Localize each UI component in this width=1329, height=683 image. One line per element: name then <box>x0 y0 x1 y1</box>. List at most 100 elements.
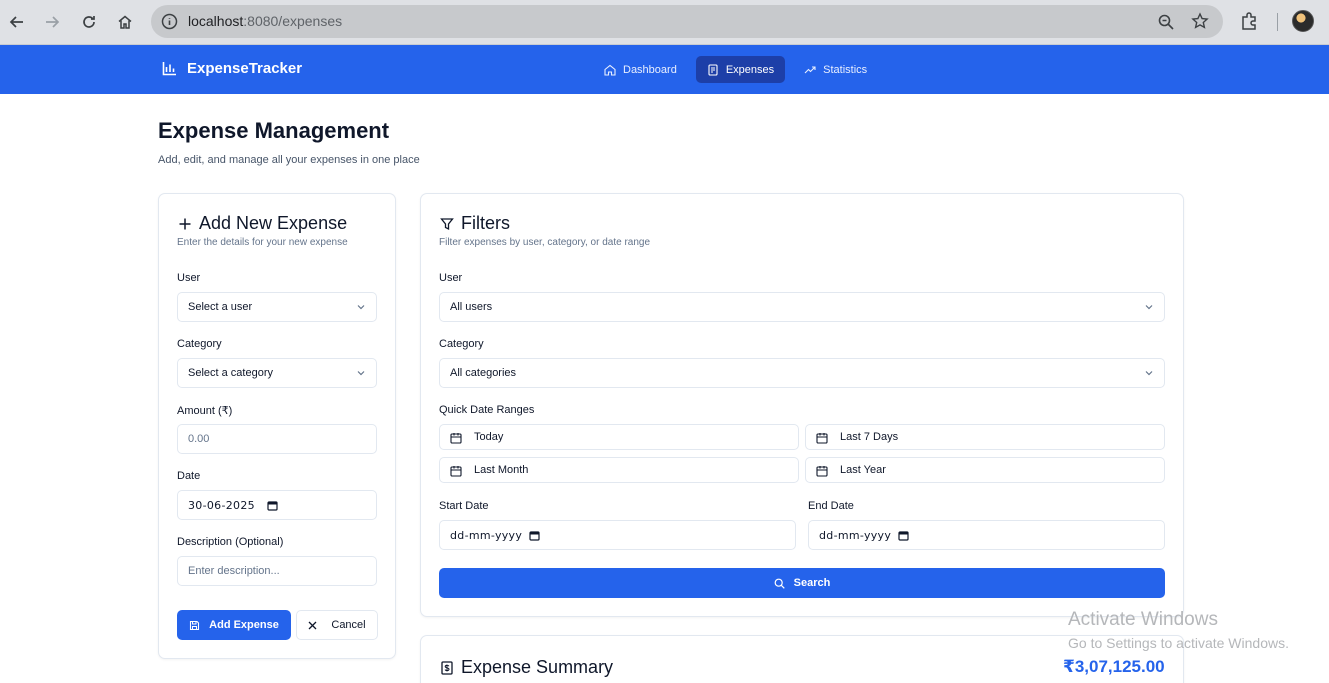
nav-expenses[interactable]: Expenses <box>695 56 786 83</box>
save-icon <box>190 620 200 630</box>
add-expense-description: Enter the details for your new expense <box>177 237 348 248</box>
site-info-icon[interactable] <box>161 13 178 30</box>
zoom-icon[interactable] <box>1157 13 1175 31</box>
url-text: localhost:8080/expenses <box>188 13 343 29</box>
add-expense-title: Add New Expense <box>178 213 347 234</box>
chevron-down-icon <box>1145 305 1153 310</box>
bar-chart-icon <box>162 62 176 76</box>
reload-icon[interactable] <box>77 10 101 34</box>
nav-expenses-label: Expenses <box>725 63 775 76</box>
quick-range-today[interactable]: Today <box>439 424 799 450</box>
filter-category-value: All categories <box>450 367 517 379</box>
filter-user-value: All users <box>450 301 493 313</box>
close-icon <box>308 621 317 629</box>
add-expense-button[interactable]: Add Expense <box>177 610 291 640</box>
filter-category-select[interactable]: All categories <box>439 358 1165 388</box>
add-expense-title-text: Add New Expense <box>199 213 348 233</box>
expense-summary-total: ₹3,07,125.00 <box>1063 657 1165 676</box>
quick-range-today-label: Today <box>474 431 504 443</box>
brand[interactable]: ExpenseTracker <box>162 60 302 77</box>
quick-range-last-7-days-label: Last 7 Days <box>840 431 899 443</box>
brand-name: ExpenseTracker <box>187 60 303 77</box>
calendar-icon[interactable] <box>267 500 278 511</box>
filters-title: Filters <box>440 213 510 234</box>
end-date-value: dd-mm-yyyy <box>819 528 892 542</box>
calendar-icon <box>816 466 828 477</box>
quick-range-last-year[interactable]: Last Year <box>805 457 1165 483</box>
quick-range-last-7-days[interactable]: Last 7 Days <box>805 424 1165 450</box>
calendar-icon[interactable] <box>898 530 909 541</box>
amount-input[interactable]: 0.00 <box>177 424 377 454</box>
plus-icon <box>179 218 191 229</box>
start-date-label: Start Date <box>439 500 489 512</box>
toolbar-divider <box>1277 13 1278 31</box>
bookmark-star-icon[interactable] <box>1191 12 1209 30</box>
extensions-icon[interactable] <box>1239 11 1259 31</box>
cancel-button-label: Cancel <box>331 619 366 631</box>
quick-range-last-month-label: Last Month <box>474 464 529 476</box>
quick-ranges-label: Quick Date Ranges <box>439 404 535 416</box>
chevron-down-icon <box>357 371 365 376</box>
nav-dashboard[interactable]: Dashboard <box>593 56 688 83</box>
search-button-label: Search <box>793 577 831 589</box>
profile-avatar[interactable] <box>1292 10 1314 32</box>
filters-title-text: Filters <box>461 213 510 233</box>
calendar-icon <box>450 433 462 444</box>
search-button[interactable]: Search <box>439 568 1165 598</box>
search-icon <box>774 578 785 589</box>
main-nav: Dashboard Expenses Statistics <box>593 56 878 83</box>
filters-card: Filters Filter expenses by user, categor… <box>420 193 1184 617</box>
forward-icon[interactable] <box>40 10 64 34</box>
end-date-input[interactable]: dd-mm-yyyy <box>808 520 1165 550</box>
category-select[interactable]: Select a category <box>177 358 377 388</box>
activation-watermark-text: Go to Settings to activate Windows. <box>1068 635 1289 651</box>
user-select-value: Select a user <box>188 301 253 313</box>
user-select[interactable]: Select a user <box>177 292 377 322</box>
page-title: Expense Management <box>158 118 390 143</box>
description-label: Description (Optional) <box>177 536 284 548</box>
nav-statistics-label: Statistics <box>823 63 868 76</box>
start-date-value: dd-mm-yyyy <box>450 528 523 542</box>
receipt-icon <box>708 63 718 76</box>
nav-statistics[interactable]: Statistics <box>793 56 878 83</box>
add-expense-card: Add New Expense Enter the details for yo… <box>158 193 396 659</box>
end-date-label: End Date <box>808 500 854 512</box>
home-icon <box>604 64 616 76</box>
browser-toolbar: localhost:8080/expenses <box>0 0 1329 45</box>
page-subtitle: Add, edit, and manage all your expenses … <box>158 154 420 166</box>
calendar-icon <box>450 466 462 477</box>
nav-dashboard-label: Dashboard <box>623 63 677 76</box>
user-label: User <box>177 272 201 284</box>
date-label: Date <box>177 470 201 482</box>
add-expense-button-label: Add Expense <box>209 619 279 631</box>
address-bar[interactable]: localhost:8080/expenses <box>151 5 1223 38</box>
app-header: ExpenseTracker Dashboard Expenses Statis… <box>0 45 1329 94</box>
category-select-value: Select a category <box>188 367 273 379</box>
expense-summary-title-text: Expense Summary <box>461 657 614 677</box>
filter-user-select[interactable]: All users <box>439 292 1165 322</box>
chevron-down-icon <box>1145 371 1153 376</box>
filter-user-label: User <box>439 272 463 284</box>
date-input[interactable]: 30-06-2025 <box>177 490 377 520</box>
cancel-button[interactable]: Cancel <box>296 610 378 640</box>
category-label: Category <box>177 338 222 350</box>
expense-summary-title: Expense Summary <box>440 657 613 678</box>
start-date-input[interactable]: dd-mm-yyyy <box>439 520 796 550</box>
amount-label: Amount (₹) <box>177 405 233 417</box>
chevron-down-icon <box>357 305 365 310</box>
home-icon[interactable] <box>113 10 137 34</box>
date-value: 30-06-2025 <box>188 498 255 512</box>
filter-category-label: Category <box>439 338 484 350</box>
filters-description: Filter expenses by user, category, or da… <box>439 237 651 248</box>
amount-placeholder: 0.00 <box>188 433 210 445</box>
activation-watermark-title: Activate Windows <box>1068 609 1218 630</box>
description-input[interactable]: Enter description... <box>177 556 377 586</box>
quick-range-last-year-label: Last Year <box>840 464 886 476</box>
calendar-icon[interactable] <box>529 530 540 541</box>
back-icon[interactable] <box>5 10 29 34</box>
quick-range-last-month[interactable]: Last Month <box>439 457 799 483</box>
trending-up-icon <box>804 65 816 73</box>
calendar-icon <box>816 433 828 444</box>
filter-icon <box>440 217 454 230</box>
description-placeholder: Enter description... <box>188 565 280 577</box>
